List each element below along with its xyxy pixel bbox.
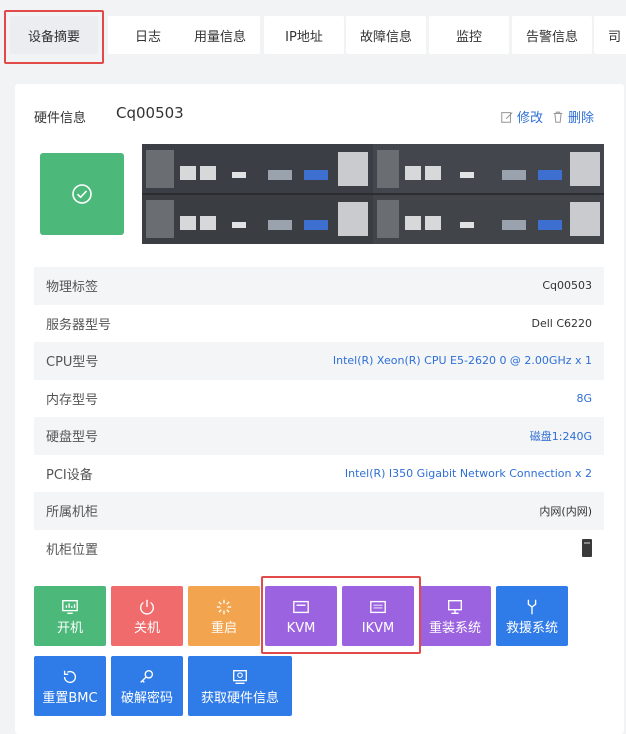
wrench-icon — [527, 599, 537, 614]
info-row: CPU型号 Intel(R) Xeon(R) CPU E5-2620 0 @ 2… — [34, 342, 604, 380]
tab-alarm-info[interactable]: 告警信息 — [512, 16, 592, 54]
monitor-chart-icon — [62, 599, 78, 614]
tab-ip-address[interactable]: IP地址 — [264, 16, 344, 54]
tab-log[interactable]: 日志 — [108, 16, 188, 54]
reset-bmc-button[interactable]: 重置BMC — [34, 656, 106, 716]
info-table: 物理标签 Cq00503 服务器型号 Dell C6220 CPU型号 Inte… — [34, 267, 604, 567]
reboot-button[interactable]: 重启 — [188, 586, 260, 646]
info-row: 服务器型号 Dell C6220 — [46, 316, 592, 333]
key-icon — [140, 669, 154, 683]
server-image — [34, 144, 604, 244]
tab-more[interactable]: 司 — [594, 16, 626, 54]
get-hardware-info-button[interactable]: 获取硬件信息 — [188, 656, 292, 716]
refresh-icon — [63, 670, 77, 683]
loading-spinner-icon — [216, 599, 232, 614]
ikvm-button[interactable]: IKVM — [342, 586, 414, 646]
reinstall-system-button[interactable]: 重装系统 — [419, 586, 491, 646]
tab-monitor[interactable]: 监控 — [429, 16, 509, 54]
power-icon — [140, 599, 154, 615]
memory-link[interactable]: 8G — [576, 392, 592, 405]
rescue-system-button[interactable]: 救援系统 — [496, 586, 568, 646]
info-row: 所属机柜 内网(内网) — [34, 492, 604, 530]
tab-usage-info[interactable]: 用量信息 — [180, 16, 260, 54]
info-row: 硬盘型号 磁盘1:240G — [34, 417, 604, 455]
kvm-button[interactable]: KVM — [265, 586, 337, 646]
power-on-button[interactable]: 开机 — [34, 586, 106, 646]
info-row: 物理标签 Cq00503 — [34, 267, 604, 305]
card-actions: 修改 删除 — [500, 107, 594, 126]
info-row: 机柜位置 — [34, 530, 604, 568]
disk-link[interactable]: 磁盘1:240G — [530, 428, 592, 444]
rack-icon — [582, 539, 592, 558]
info-row: 内存型号 8G — [46, 391, 592, 408]
server-photo — [142, 144, 604, 244]
hardware-info-icon — [233, 669, 247, 684]
info-row: PCI设备 Intel(R) I350 Gigabit Network Conn… — [46, 466, 592, 483]
device-id: Cq00503 — [116, 104, 184, 122]
cpu-link[interactable]: Intel(R) Xeon(R) CPU E5-2620 0 @ 2.00GHz… — [333, 354, 592, 367]
power-off-button[interactable]: 关机 — [111, 586, 183, 646]
hardware-info-title: 硬件信息 — [34, 111, 87, 126]
crack-password-button[interactable]: 破解密码 — [111, 656, 183, 716]
status-tile — [40, 153, 124, 235]
pci-link[interactable]: Intel(R) I350 Gigabit Network Connection… — [345, 467, 592, 480]
edit-icon — [501, 111, 513, 123]
delete-button[interactable]: 删除 — [551, 107, 594, 126]
kvm-icon — [293, 600, 309, 613]
monitor-icon — [448, 599, 462, 614]
tab-device-summary[interactable]: 设备摘要 — [10, 16, 98, 54]
check-circle-icon — [72, 184, 92, 204]
edit-button[interactable]: 修改 — [500, 107, 543, 126]
tab-fault-info[interactable]: 故障信息 — [346, 16, 426, 54]
trash-icon — [553, 111, 563, 123]
ikvm-icon — [370, 600, 386, 613]
